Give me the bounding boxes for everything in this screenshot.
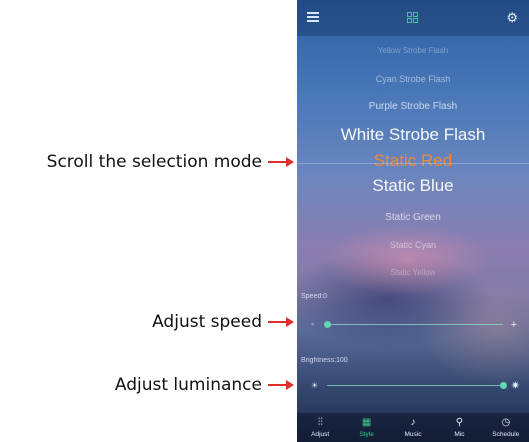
callout-scroll: Scroll the selection mode (47, 152, 294, 172)
bottom-tab-bar: ⫶⫶ Adjust ▦ Style ♪ Music ⚲ Mic ◷ Schedu… (297, 413, 529, 442)
menu-icon[interactable] (307, 12, 319, 22)
mode-item[interactable]: Static Cyan (297, 240, 529, 250)
grid-icon[interactable] (407, 12, 418, 23)
tab-label: Style (359, 431, 374, 438)
speed-thumb[interactable] (324, 321, 331, 328)
callout-luminance-text: Adjust luminance (114, 375, 262, 395)
sun-small-icon[interactable]: ☀ (311, 379, 318, 393)
callout-scroll-text: Scroll the selection mode (46, 152, 262, 172)
phone-screen: ⚙ Yellow Strobe Flash Cyan Strobe Flash … (297, 0, 529, 442)
gear-icon[interactable]: ⚙ (506, 11, 518, 24)
clock-icon: ◷ (501, 417, 511, 428)
callout-speed-text: Adjust speed (152, 312, 262, 332)
grid-icon: ▦ (361, 417, 372, 428)
arrow-right-icon (268, 316, 294, 328)
microphone-icon: ⚲ (455, 417, 464, 428)
tab-label: Music (404, 431, 422, 438)
mode-item[interactable]: Purple Strobe Flash (297, 101, 529, 112)
callout-speed: Adjust speed (152, 312, 294, 332)
speed-label: Speed:0 (301, 293, 328, 300)
mode-item[interactable]: Yellow Strobe Flash (297, 46, 529, 55)
brightness-track[interactable] (327, 385, 503, 386)
top-bar: ⚙ (297, 0, 529, 36)
mode-item[interactable]: Static Blue (297, 176, 529, 196)
arrow-right-icon (268, 156, 294, 168)
sliders-icon: ⫶⫶ (317, 417, 323, 428)
tab-adjust[interactable]: ⫶⫶ Adjust (297, 413, 343, 442)
mode-item-selected[interactable]: Static Red (297, 151, 529, 171)
tab-schedule[interactable]: ◷ Schedule (483, 413, 529, 442)
mode-item[interactable]: Static Green (297, 212, 529, 223)
mode-item[interactable]: Static Yellow (297, 268, 529, 277)
mode-item[interactable]: Cyan Strobe Flash (297, 74, 529, 84)
music-icon: ♪ (410, 417, 416, 428)
tab-style[interactable]: ▦ Style (343, 413, 389, 442)
tab-label: Mic (454, 431, 465, 438)
plus-icon[interactable]: + (511, 318, 517, 332)
callout-luminance: Adjust luminance (115, 375, 294, 395)
sun-large-icon[interactable]: ✷ (511, 379, 520, 393)
arrow-right-icon (268, 379, 294, 391)
tab-music[interactable]: ♪ Music (390, 413, 436, 442)
brightness-label: Brightness:100 (301, 357, 348, 364)
speed-slider[interactable]: - + (297, 318, 529, 332)
tab-mic[interactable]: ⚲ Mic (436, 413, 482, 442)
tab-label: Schedule (492, 431, 520, 438)
brightness-thumb[interactable] (500, 382, 507, 389)
tab-label: Adjust (311, 431, 330, 438)
mode-item[interactable]: White Strobe Flash (297, 125, 529, 145)
selection-line (297, 163, 529, 164)
brightness-slider[interactable]: ☀ ✷ (297, 379, 529, 393)
minus-icon[interactable]: - (311, 318, 314, 332)
speed-track[interactable] (327, 324, 503, 325)
